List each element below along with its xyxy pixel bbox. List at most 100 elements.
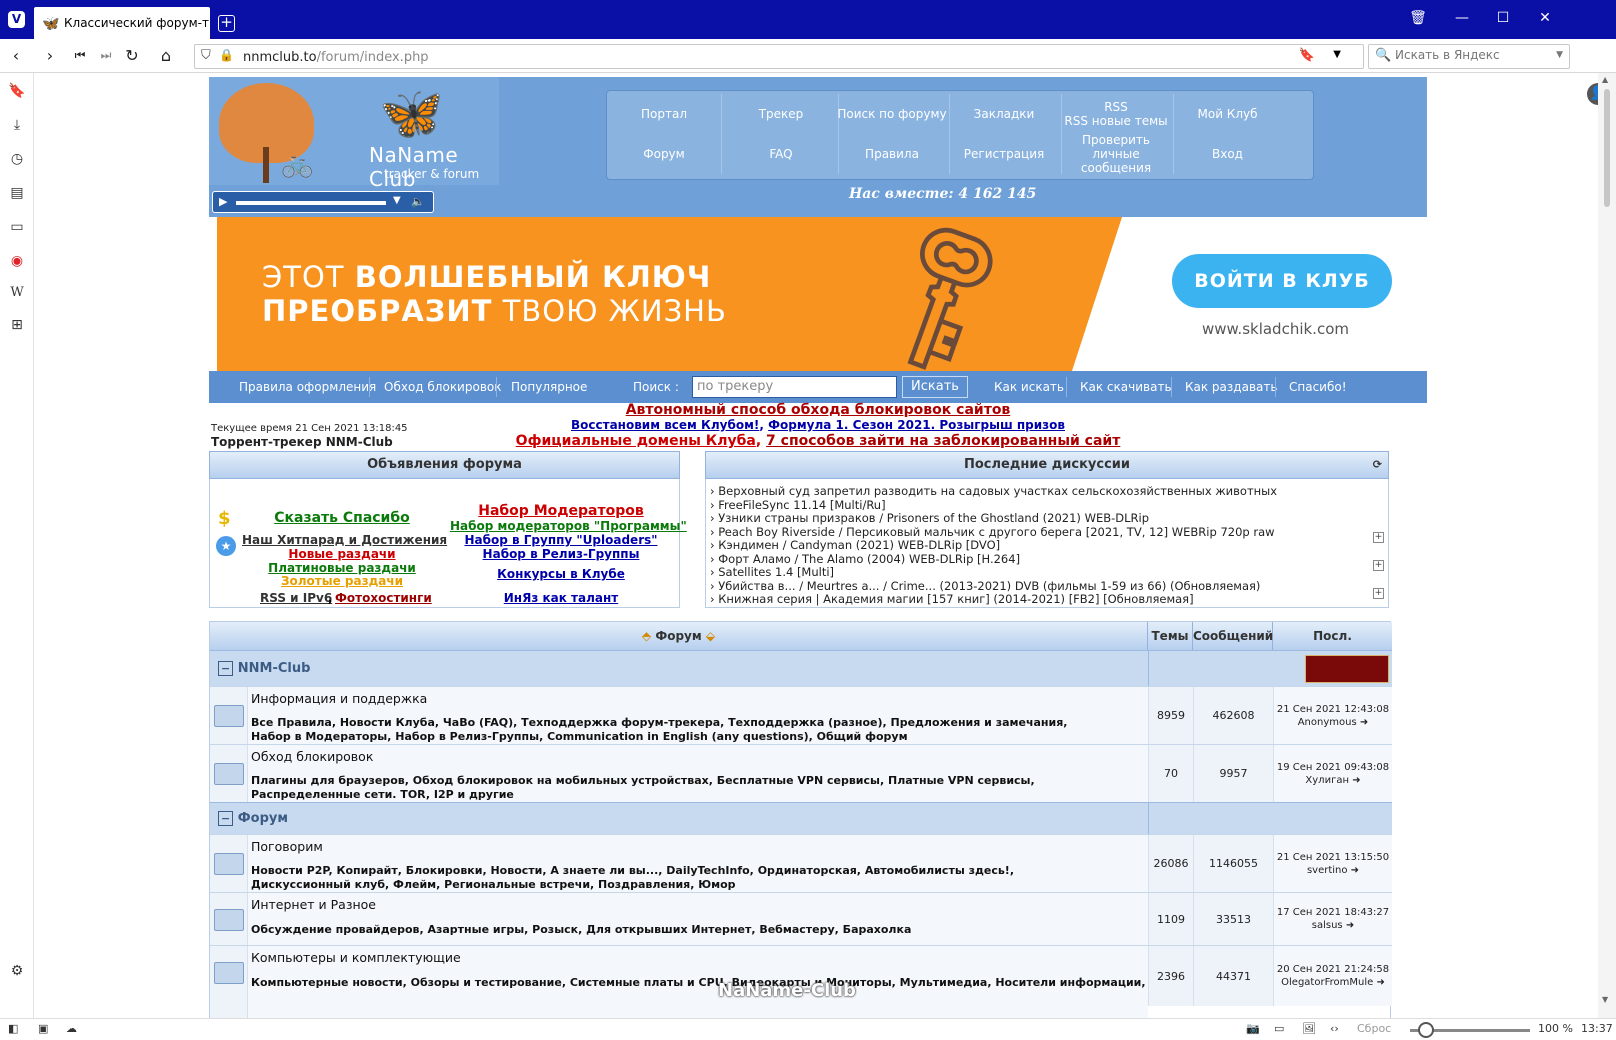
history-icon[interactable]: ◷	[8, 151, 26, 167]
subforums-line[interactable]: Компьютерные новости, Обзоры и тестирова…	[251, 976, 1146, 989]
tracker-search-input[interactable]: по трекеру	[692, 376, 897, 398]
discussion-item[interactable]: › Убийства в... / Meurtres a... / Crime.…	[710, 579, 1260, 593]
expand-icon[interactable]: +	[1373, 588, 1384, 599]
search-button[interactable]: Искать	[902, 376, 968, 398]
programs-moderators-link[interactable]: Набор модераторов "Программы"	[450, 519, 687, 533]
notice-f1-link[interactable]: Формула 1. Сезон 2021. Розыгрыш призов	[768, 418, 1065, 432]
goto-post-icon[interactable]: ➜	[1376, 977, 1384, 988]
maximize-icon[interactable]: ☐	[1493, 10, 1513, 26]
zoom-reset-button[interactable]: Сброс	[1357, 1022, 1391, 1035]
forum-title[interactable]: Поговорим	[251, 839, 323, 854]
goto-post-icon[interactable]: ➜	[1360, 717, 1368, 728]
menu-register[interactable]: Регистрация	[947, 134, 1062, 174]
forum-row[interactable]: Поговорим Новости P2P, Копирайт, Блокиро…	[210, 834, 1392, 892]
menu-login[interactable]: Вход	[1170, 134, 1285, 174]
home-icon[interactable]: ⌂	[156, 46, 176, 65]
add-panel-icon[interactable]: ⊞	[8, 317, 26, 333]
banner-site[interactable]: www.skladchik.com	[1202, 320, 1349, 338]
category-title[interactable]: − NNM-Club	[218, 661, 310, 676]
capture-icon[interactable]: 📷	[1246, 1022, 1260, 1035]
link-how-seed[interactable]: Как раздавать	[1185, 380, 1277, 394]
menu-forum[interactable]: Форум	[607, 134, 722, 174]
ad-banner[interactable]: 🗝 ЭТОТ ВОЛШЕБНЫЙ КЛЮЧ ПРЕОБРАЗИТ ТВОЮ ЖИ…	[217, 217, 1419, 371]
trash-icon[interactable]: 🗑	[1408, 10, 1428, 26]
notes-icon[interactable]: ▤	[8, 185, 26, 201]
scroll-down-icon[interactable]: ▼	[1602, 995, 1608, 1004]
discussion-item[interactable]: › Peach Boy Riverside / Персиковый мальч…	[710, 525, 1275, 539]
forum-title[interactable]: Интернет и Разное	[251, 897, 376, 912]
subforums-line[interactable]: Плагины для браузеров, Обход блокировок …	[251, 774, 1035, 787]
subforums-line[interactable]: Распределенные сети. TOR, I2P и другие	[251, 788, 514, 801]
last-post-user[interactable]: Хулиган ➜	[1305, 774, 1360, 787]
category-forum[interactable]: − Форум	[210, 802, 1392, 835]
contests-link[interactable]: Конкурсы в Клубе	[450, 567, 672, 581]
expand-icon[interactable]: +	[1373, 532, 1384, 543]
last-post-user[interactable]: salsus ➜	[1312, 919, 1354, 932]
tile-icon[interactable]: ▣	[38, 1022, 48, 1035]
release-groups-link[interactable]: Набор в Релиз-Группы	[450, 547, 672, 561]
notice-restore-link[interactable]: Восстановим всем Клубом!	[571, 418, 759, 432]
last-post-user-name[interactable]: svertino	[1307, 865, 1348, 876]
subforums-line[interactable]: Набор в Модераторы, Набор в Релиз-Группы…	[251, 730, 908, 743]
planet-badge-icon[interactable]	[1305, 655, 1389, 683]
chevron-down-icon[interactable]: ▼	[393, 195, 401, 206]
link-popular[interactable]: Популярное	[511, 380, 587, 394]
discussion-item[interactable]: › Форт Аламо / The Alamo (2004) WEB-DLRi…	[710, 552, 1020, 566]
image-icon[interactable]: 🖼	[1302, 1022, 1316, 1035]
notice-bypass[interactable]: Автономный способ обхода блокировок сайт…	[209, 402, 1427, 418]
audio-player[interactable]: ▶ ▼ 🔈	[212, 191, 434, 213]
menu-rules[interactable]: Правила	[835, 134, 950, 174]
window-panel-icon[interactable]: ▭	[8, 219, 26, 235]
inyaz-link[interactable]: ИнЯз как талант	[450, 591, 672, 605]
discussion-item[interactable]: › FreeFileSync 11.14 [Multi/Ru]	[710, 498, 886, 512]
window-icon[interactable]: ▭	[1274, 1022, 1284, 1035]
category-label[interactable]: Форум	[238, 811, 288, 826]
rewind-icon[interactable]: ⏮	[70, 48, 90, 63]
forward-icon[interactable]: ›	[40, 46, 60, 65]
rss-ipv6-link[interactable]: RSS и IPv6	[260, 591, 332, 605]
forum-row[interactable]: Информация и поддержка Все Правила, Ново…	[210, 686, 1392, 744]
menu-faq[interactable]: FAQ	[724, 134, 839, 174]
link-how-download[interactable]: Как скачивать	[1080, 380, 1172, 394]
notice-domains-link[interactable]: Официальные домены Клуба	[516, 433, 756, 449]
scrollbar-thumb[interactable]	[1604, 89, 1610, 207]
fast-forward-icon[interactable]: ⏭	[96, 48, 116, 63]
collapse-icon[interactable]: −	[218, 661, 234, 676]
link-how-search[interactable]: Как искать	[994, 380, 1064, 394]
forum-title[interactable]: Компьютеры и комплектующие	[251, 950, 461, 965]
category-label[interactable]: NNM-Club	[238, 661, 311, 676]
menu-check-messages[interactable]: Проверить личные сообщения	[1059, 133, 1174, 175]
search-input[interactable]	[1395, 48, 1555, 62]
lock-icon[interactable]: 🔒	[219, 48, 234, 62]
uploaders-link[interactable]: Набор в Группу "Uploaders"	[450, 533, 672, 547]
page-scrollbar[interactable]: ▲ ▼	[1598, 73, 1616, 1018]
scroll-up-icon[interactable]: ▲	[1602, 75, 1608, 84]
forum-title[interactable]: Информация и поддержка	[251, 691, 427, 706]
last-post-user-name[interactable]: OlegatorFromMule	[1281, 977, 1373, 988]
discussion-item[interactable]: › Узники страны призраков / Prisoners of…	[710, 511, 1149, 525]
menu-bookmarks[interactable]: Закладки	[947, 94, 1062, 134]
forum-title[interactable]: Обход блокировок	[251, 749, 373, 764]
menu-my-club[interactable]: Мой Клуб	[1170, 94, 1285, 134]
back-icon[interactable]: ‹	[6, 46, 26, 65]
last-post-user-name[interactable]: Anonymous	[1298, 717, 1357, 728]
subforums-line[interactable]: Дискуссионный клуб, Флейм, Региональные …	[251, 878, 736, 891]
minimize-icon[interactable]: —	[1452, 10, 1472, 26]
link-thanks[interactable]: Спасибо!	[1289, 380, 1347, 394]
notice-7ways-link[interactable]: 7 способов зайти на заблокированный сайт	[766, 433, 1120, 449]
platinum-releases-link[interactable]: Платиновые раздачи	[242, 561, 442, 575]
play-icon[interactable]: ▶	[219, 195, 227, 208]
last-post-user-name[interactable]: salsus	[1312, 920, 1343, 931]
join-club-button[interactable]: ВОЙТИ В КЛУБ	[1172, 254, 1392, 308]
goto-post-icon[interactable]: ➜	[1352, 775, 1360, 786]
link-formatting-rules[interactable]: Правила оформления	[239, 380, 376, 394]
volume-icon[interactable]: 🔈	[411, 195, 425, 208]
discussion-item[interactable]: › Книжная серия | Академия магии [157 кн…	[710, 592, 1194, 606]
subforums-line[interactable]: Новости P2P, Копирайт, Блокировки, Новос…	[251, 864, 1014, 877]
downloads-icon[interactable]: ⤓	[8, 117, 26, 133]
player-progress[interactable]	[236, 201, 386, 205]
new-releases-link[interactable]: Новые раздачи	[242, 547, 442, 561]
discussion-item[interactable]: › Satellites 1.4 [Multi]	[710, 565, 834, 579]
zoom-slider-knob[interactable]	[1418, 1022, 1434, 1038]
goto-post-icon[interactable]: ➜	[1346, 920, 1354, 931]
